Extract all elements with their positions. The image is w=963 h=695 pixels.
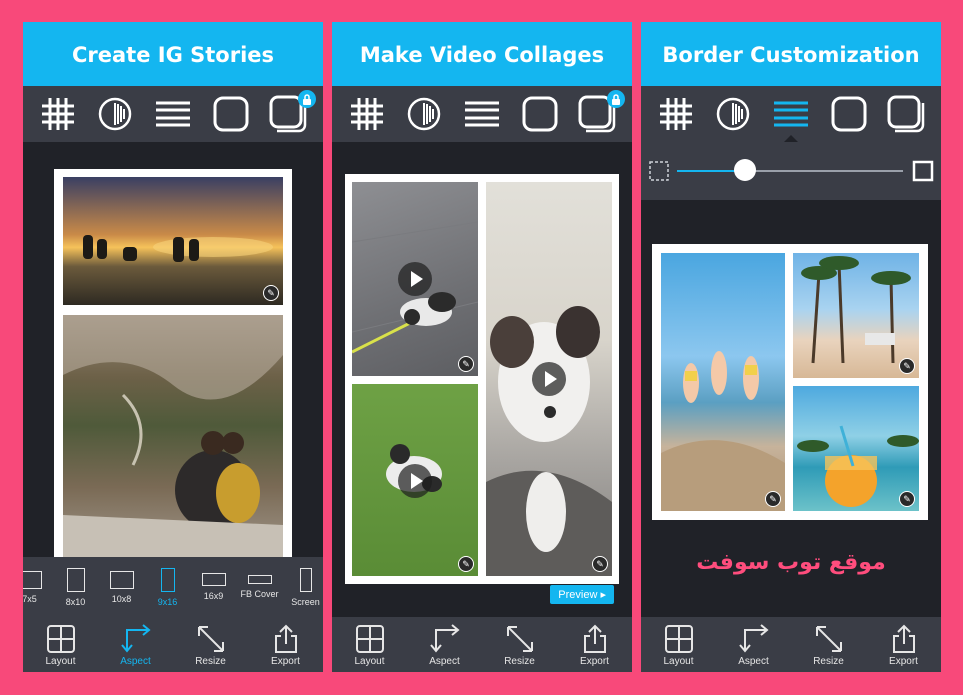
nav-resize[interactable]: Resize xyxy=(485,624,555,667)
nav-resize[interactable]: Resize xyxy=(176,624,246,667)
toolbar xyxy=(641,86,941,142)
puppy-closeup-video[interactable]: ✎ xyxy=(486,182,612,576)
edit-icon[interactable]: ✎ xyxy=(592,556,608,572)
beach-jump-photo[interactable]: ✎ xyxy=(661,253,785,511)
drink-beach-photo[interactable]: ✎ xyxy=(793,386,919,511)
nav-aspect[interactable]: Aspect xyxy=(410,624,480,667)
rounded-square-icon[interactable] xyxy=(827,94,871,134)
aspect-options: 7x5 8x10 10x8 9x16 16x9 FB Cover Screen xyxy=(23,557,323,617)
rounded-square-icon[interactable] xyxy=(209,94,253,134)
edit-icon[interactable]: ✎ xyxy=(899,491,915,507)
border-width-slider[interactable] xyxy=(677,170,903,172)
panel-ig-stories: Create IG Stories ✎ 7x5 8x10 10x8 9x16 1… xyxy=(23,22,323,672)
play-icon[interactable] xyxy=(398,262,432,296)
bottom-nav: Layout Aspect Resize Export xyxy=(332,617,632,672)
video-collage: ✎ ✎ ✎ xyxy=(345,174,619,584)
shadow-square-icon[interactable] xyxy=(266,90,317,134)
border-slider-row xyxy=(641,142,941,200)
layout-icon xyxy=(664,625,693,653)
export-icon xyxy=(274,624,297,653)
aspect-icon xyxy=(120,624,151,653)
panel-video-collages: Make Video Collages ✎ ✎ ✎ Preview ▸ Layo… xyxy=(332,22,632,672)
edit-icon[interactable]: ✎ xyxy=(263,285,279,301)
bottom-nav: Layout Aspect Resize Export xyxy=(23,617,323,672)
aspect-option-8x10[interactable]: 8x10 xyxy=(53,567,98,607)
edit-icon[interactable]: ✎ xyxy=(765,491,781,507)
round-corners-icon[interactable] xyxy=(402,94,446,134)
edit-icon[interactable]: ✎ xyxy=(458,556,474,572)
aspect-icon xyxy=(738,624,769,653)
export-icon xyxy=(583,624,606,653)
nav-layout[interactable]: Layout xyxy=(644,624,714,667)
shadow-square-icon[interactable] xyxy=(884,94,928,134)
grid-icon[interactable] xyxy=(654,94,698,134)
edit-icon[interactable]: ✎ xyxy=(899,358,915,374)
grid-icon[interactable] xyxy=(36,94,80,134)
aspect-option-16x9[interactable]: 16x9 xyxy=(191,573,236,601)
story-collage: ✎ xyxy=(54,169,292,569)
layout-icon xyxy=(355,625,384,653)
toolbar xyxy=(23,86,323,142)
round-corners-icon[interactable] xyxy=(711,94,755,134)
nav-export[interactable]: Export xyxy=(869,624,939,667)
layout-icon xyxy=(46,625,75,653)
panel-title: Border Customization xyxy=(641,22,941,86)
thin-border-icon xyxy=(649,161,669,181)
nav-resize[interactable]: Resize xyxy=(794,624,864,667)
edit-icon[interactable]: ✎ xyxy=(458,356,474,372)
slider-handle[interactable] xyxy=(733,159,756,181)
panel-border-customization: Border Customization ✎ ✎ ✎ موقع توب سوفت… xyxy=(641,22,941,672)
aspect-option-9x16[interactable]: 9x16 xyxy=(145,567,190,607)
toolbar xyxy=(332,86,632,142)
lock-icon xyxy=(298,90,317,108)
selected-indicator xyxy=(783,135,798,142)
aspect-option-7x5[interactable]: 7x5 xyxy=(23,570,52,604)
thick-border-icon xyxy=(912,160,934,182)
canvas-area: ✎ xyxy=(23,142,323,617)
watermark-text: موقع توب سوفت xyxy=(696,550,886,575)
aspect-icon xyxy=(429,624,460,653)
aspect-option-fb-cover[interactable]: FB Cover xyxy=(237,575,282,599)
spacing-icon[interactable] xyxy=(460,94,504,134)
nav-layout[interactable]: Layout xyxy=(335,624,405,667)
palm-beach-photo[interactable]: ✎ xyxy=(793,253,919,378)
bottom-nav: Layout Aspect Resize Export xyxy=(641,617,941,672)
export-icon xyxy=(892,624,915,653)
aspect-option-screen[interactable]: Screen xyxy=(283,567,323,607)
rounded-square-icon[interactable] xyxy=(518,94,562,134)
panel-title: Make Video Collages xyxy=(332,22,632,86)
nav-export[interactable]: Export xyxy=(560,624,630,667)
puppy-grass-video[interactable]: ✎ xyxy=(352,384,478,576)
preview-button[interactable]: Preview ▸ xyxy=(550,585,614,604)
lock-icon xyxy=(607,90,626,108)
resize-icon xyxy=(815,626,842,652)
play-icon[interactable] xyxy=(532,362,566,396)
panel-title: Create IG Stories xyxy=(23,22,323,86)
play-icon[interactable] xyxy=(398,464,432,498)
border-collage: ✎ ✎ ✎ xyxy=(652,244,928,520)
spacing-icon[interactable] xyxy=(769,94,813,142)
aspect-option-10x8[interactable]: 10x8 xyxy=(99,570,144,604)
resize-icon xyxy=(506,626,533,652)
nav-aspect[interactable]: Aspect xyxy=(101,624,171,667)
nav-aspect[interactable]: Aspect xyxy=(719,624,789,667)
sunset-photo[interactable]: ✎ xyxy=(63,177,283,305)
canyon-couple-photo[interactable] xyxy=(63,315,283,561)
canvas-area: ✎ ✎ ✎ Preview ▸ xyxy=(332,142,632,617)
nav-export[interactable]: Export xyxy=(251,624,321,667)
grid-icon[interactable] xyxy=(345,94,389,134)
shadow-square-icon[interactable] xyxy=(575,90,626,134)
puppy-leash-video[interactable]: ✎ xyxy=(352,182,478,376)
round-corners-icon[interactable] xyxy=(93,94,137,134)
resize-icon xyxy=(197,626,224,652)
spacing-icon[interactable] xyxy=(151,94,195,134)
nav-layout[interactable]: Layout xyxy=(26,624,96,667)
